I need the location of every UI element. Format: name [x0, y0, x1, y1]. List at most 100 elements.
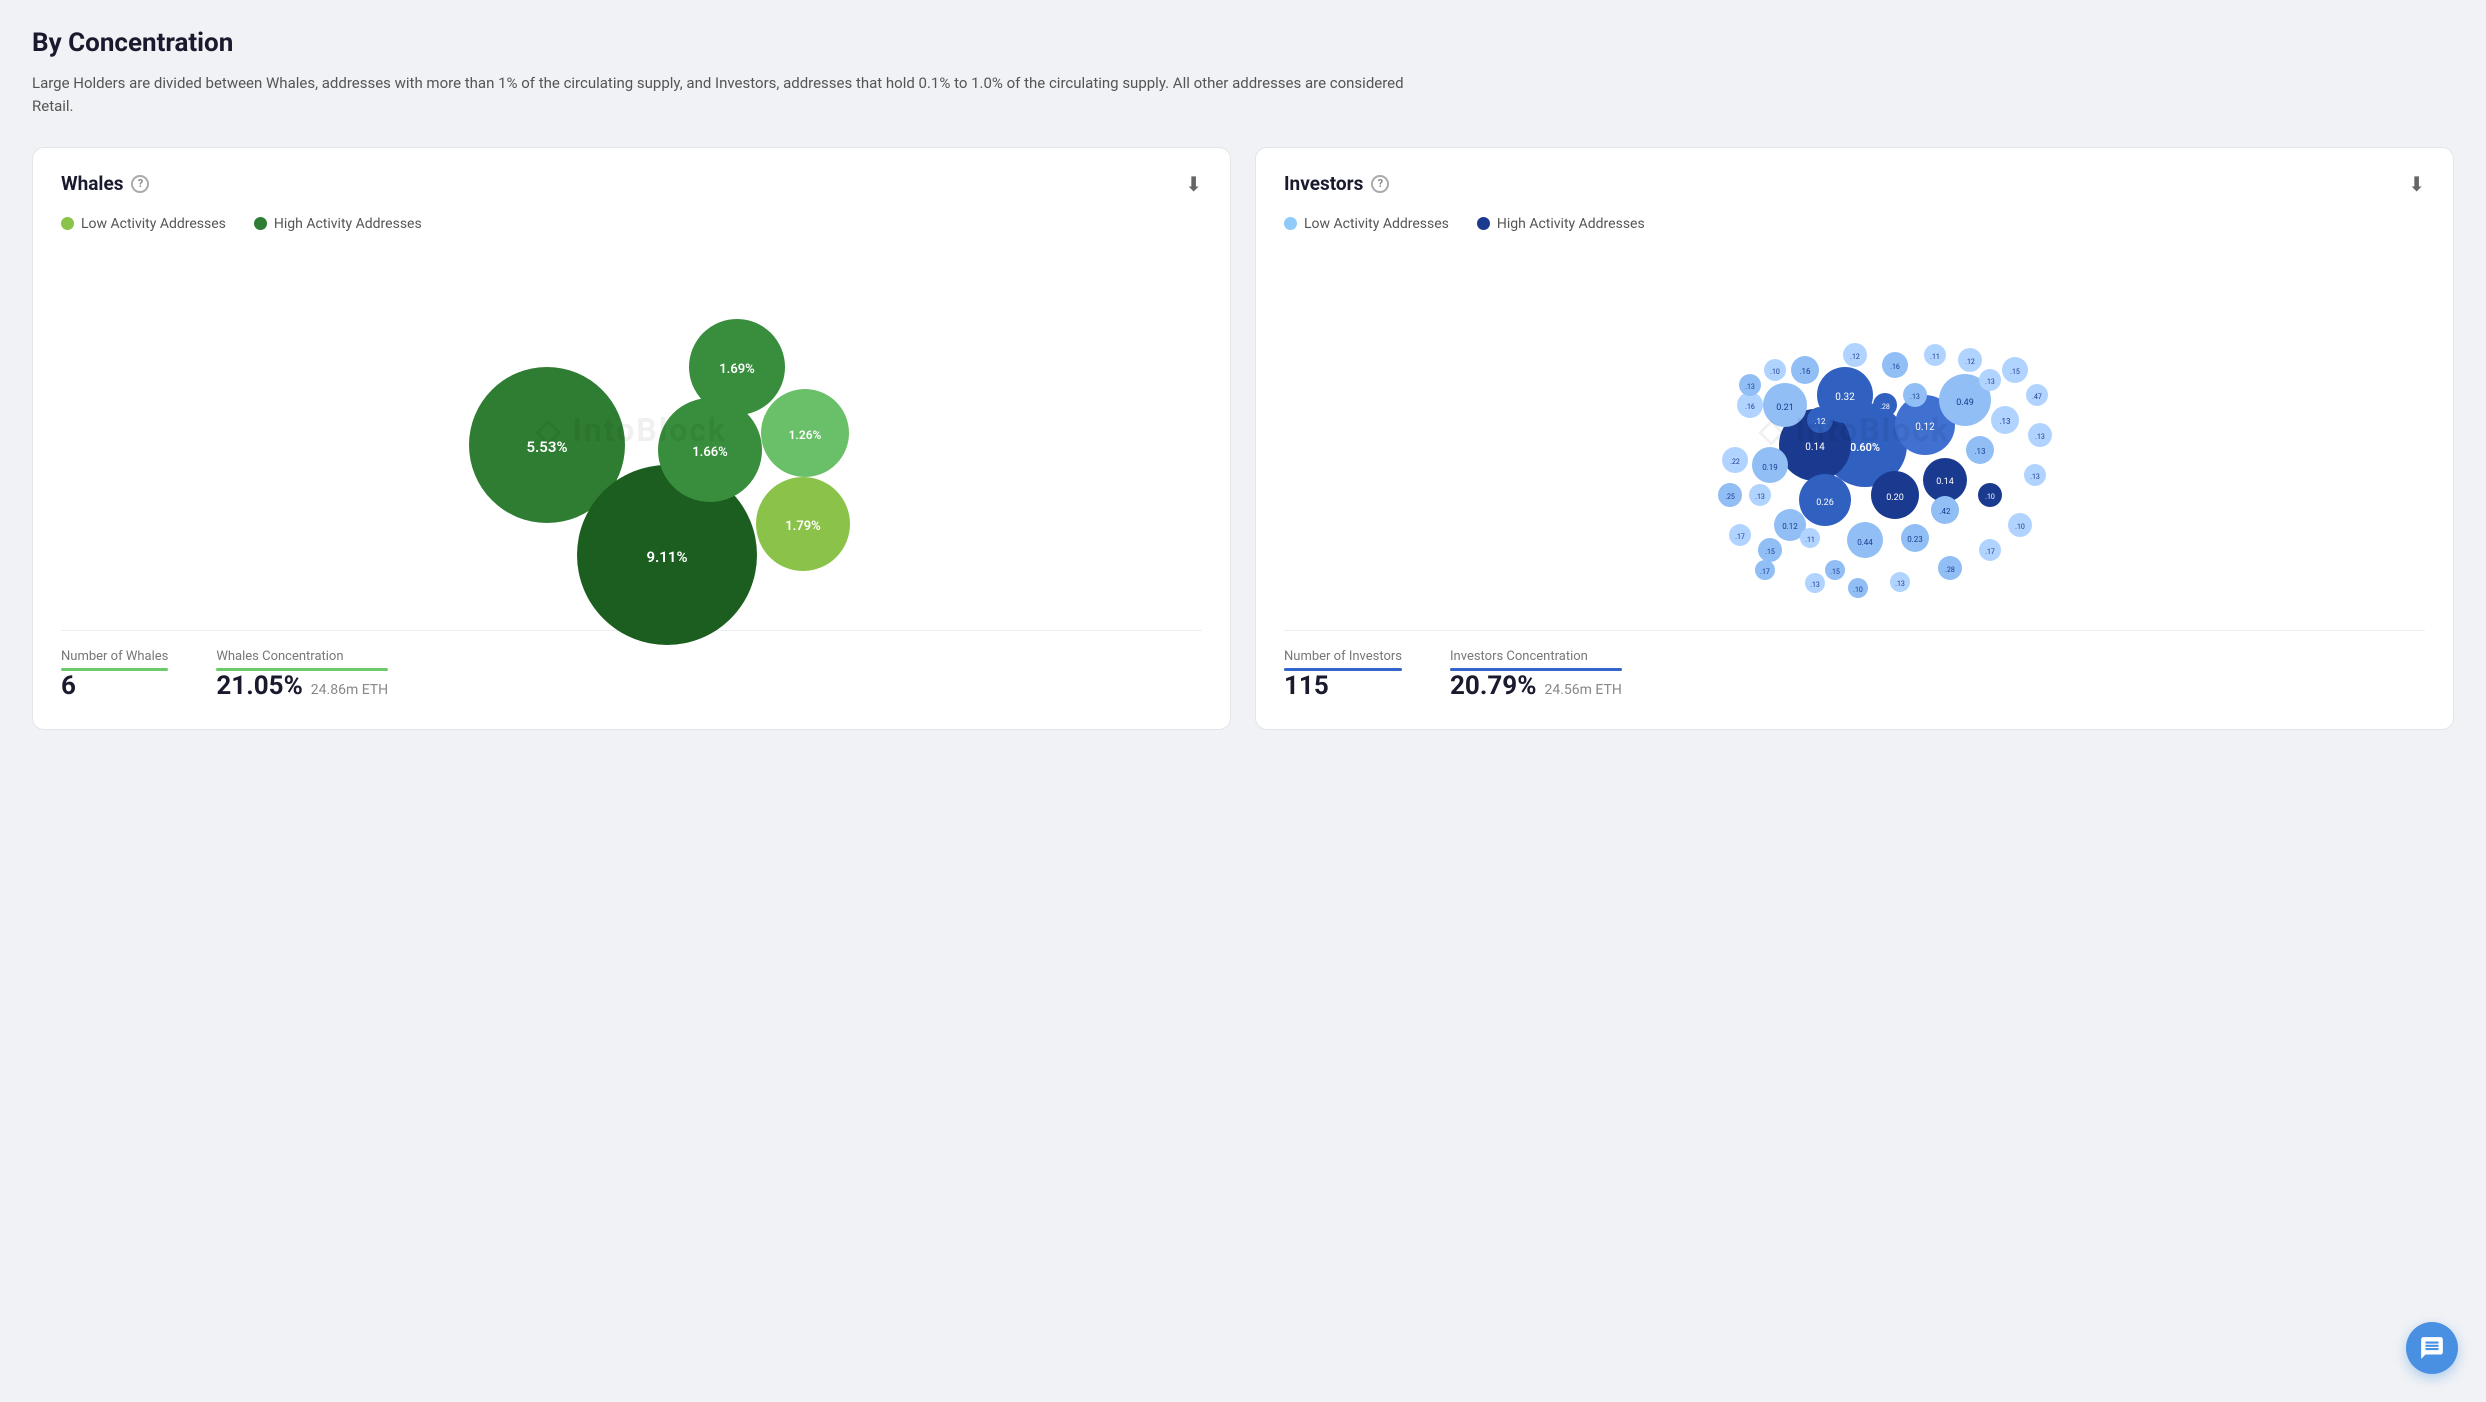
inv-l29: .17: [1760, 568, 1770, 576]
inv-l15: .13: [1999, 417, 2010, 426]
inv-l4: 0.32: [1835, 392, 1855, 403]
investors-conc-sub: 24.56m ETH: [1544, 682, 1621, 698]
whales-legend-high: High Activity Addresses: [254, 216, 422, 232]
inv-l36: .13: [2030, 473, 2040, 481]
investors-low-dot: [1284, 217, 1297, 230]
inv-l16: .16: [1745, 403, 1755, 411]
inv-l17: .13: [1745, 383, 1755, 391]
investors-title-row: Investors ?: [1284, 172, 1389, 195]
inv-l30: .13: [1810, 581, 1820, 589]
inv-l9: 0.19: [1762, 463, 1778, 472]
investors-count-value: 115: [1284, 671, 1402, 701]
bubble-label-9.11: 9.11%: [646, 548, 687, 566]
inv-l41: .15: [1830, 568, 1840, 576]
investors-chart: ◇ IntoBlock 0.60% 0.14 0.12 0.49 0.32 0.…: [1284, 240, 2425, 620]
investors-high-dot: [1477, 217, 1490, 230]
inv-l44: .28: [1880, 403, 1890, 411]
whales-help-icon[interactable]: ?: [131, 175, 149, 193]
inv-l40: .11: [1805, 536, 1815, 544]
investors-conc-pct: 20.79%: [1450, 671, 1536, 701]
inv-l12: 0.23: [1907, 535, 1923, 544]
whales-conc-label: Whales Concentration: [216, 649, 388, 664]
inv-l24: .47: [2032, 393, 2042, 401]
investors-card: Investors ? ⬇ Low Activity Addresses Hig…: [1255, 147, 2454, 730]
whales-conc-pct: 21.05%: [216, 671, 302, 701]
investors-help-icon[interactable]: ?: [1371, 175, 1389, 193]
inv-l34: .17: [1985, 548, 1995, 556]
whales-stats: Number of Whales 6 Whales Concentration …: [61, 630, 1202, 701]
inv-l5: 0.20: [1886, 493, 1904, 503]
inv-l39: .15: [1765, 548, 1775, 556]
whales-count-number: 6: [61, 671, 76, 701]
investors-legend: Low Activity Addresses High Activity Add…: [1284, 216, 2425, 232]
inv-l33: .28: [1945, 566, 1955, 574]
whales-card-header: Whales ? ⬇: [61, 172, 1202, 196]
investors-bubble-svg: 0.60% 0.14 0.12 0.49 0.32 0.20 0.14 0.26…: [1575, 240, 2135, 620]
inv-l14: .10: [1985, 493, 1995, 501]
whales-chart: ◇ IntoBlock 5.53% 9.11% 1.66% 1.69% 1.26…: [61, 240, 1202, 620]
whales-count-stat: Number of Whales 6: [61, 649, 168, 701]
page-description: Large Holders are divided between Whales…: [32, 72, 1412, 119]
inv-l42: .42: [1939, 507, 1951, 516]
inv-l35: .10: [2015, 523, 2025, 531]
bubble-label-1.26: 1.26%: [788, 428, 821, 442]
cards-row: Whales ? ⬇ Low Activity Addresses High A…: [32, 147, 2454, 730]
inv-l25: .13: [2035, 433, 2045, 441]
chat-icon: [2419, 1335, 2445, 1361]
whales-conc-value: 21.05% 24.86m ETH: [216, 671, 388, 701]
investors-card-header: Investors ? ⬇: [1284, 172, 2425, 196]
whales-low-dot: [61, 217, 74, 230]
whales-count-value: 6: [61, 671, 168, 701]
whales-high-label: High Activity Addresses: [274, 216, 422, 232]
investors-download-icon[interactable]: ⬇: [2408, 172, 2425, 196]
investors-count-stat: Number of Investors 115: [1284, 649, 1402, 701]
inv-l27: .25: [1725, 493, 1735, 501]
inv-l23: .15: [2010, 368, 2020, 376]
bubble-label-5.53: 5.53%: [526, 438, 567, 456]
investors-conc-value: 20.79% 24.56m ETH: [1450, 671, 1622, 701]
investors-title: Investors: [1284, 172, 1363, 195]
inv-l8: 0.21: [1776, 403, 1794, 413]
inv-l11: 0.44: [1857, 538, 1873, 547]
bubble-label-1.69: 1.69%: [719, 362, 755, 377]
inv-l45: .13: [1985, 378, 1995, 386]
inv-l28: .17: [1735, 533, 1745, 541]
bubble-label-1.66: 1.66%: [692, 445, 728, 460]
chat-button[interactable]: [2406, 1322, 2458, 1374]
whales-legend: Low Activity Addresses High Activity Add…: [61, 216, 1202, 232]
investors-legend-high: High Activity Addresses: [1477, 216, 1645, 232]
inv-l21: .11: [1930, 353, 1940, 361]
whales-download-icon[interactable]: ⬇: [1185, 172, 1202, 196]
inv-l43: .13: [1755, 493, 1765, 501]
inv-l37: .13: [1910, 393, 1920, 401]
investors-conc-label: Investors Concentration: [1450, 649, 1622, 664]
investors-conc-stat: Investors Concentration 20.79% 24.56m ET…: [1450, 649, 1622, 701]
whales-high-dot: [254, 217, 267, 230]
whales-title-row: Whales ?: [61, 172, 149, 195]
inv-l1: 0.14: [1805, 442, 1825, 453]
whales-title: Whales: [61, 172, 123, 195]
investors-count-number: 115: [1284, 671, 1329, 701]
inv-l19: .12: [1850, 353, 1860, 361]
inv-bubble-large-label: 0.60%: [1849, 441, 1879, 454]
whales-legend-low: Low Activity Addresses: [61, 216, 226, 232]
inv-l13: .13: [1974, 447, 1985, 456]
page-title: By Concentration: [32, 28, 2454, 58]
whales-bubble-svg: 5.53% 9.11% 1.66% 1.69% 1.26% 1.79%: [352, 240, 912, 620]
inv-l18: .16: [1799, 367, 1811, 376]
inv-l7: 0.26: [1816, 498, 1834, 508]
inv-l31: .10: [1853, 586, 1863, 594]
inv-l46: .12: [1814, 417, 1826, 426]
investors-stats: Number of Investors 115 Investors Concen…: [1284, 630, 2425, 701]
investors-legend-low: Low Activity Addresses: [1284, 216, 1449, 232]
investors-count-label: Number of Investors: [1284, 649, 1402, 664]
whales-conc-sub: 24.86m ETH: [311, 682, 388, 698]
bubble-label-1.79: 1.79%: [785, 519, 821, 534]
inv-l26: .22: [1730, 458, 1740, 466]
whales-count-label: Number of Whales: [61, 649, 168, 664]
inv-l20: .16: [1890, 363, 1900, 371]
investors-low-label: Low Activity Addresses: [1304, 216, 1449, 232]
inv-l38: .10: [1770, 368, 1780, 376]
whales-conc-stat: Whales Concentration 21.05% 24.86m ETH: [216, 649, 388, 701]
whales-card: Whales ? ⬇ Low Activity Addresses High A…: [32, 147, 1231, 730]
